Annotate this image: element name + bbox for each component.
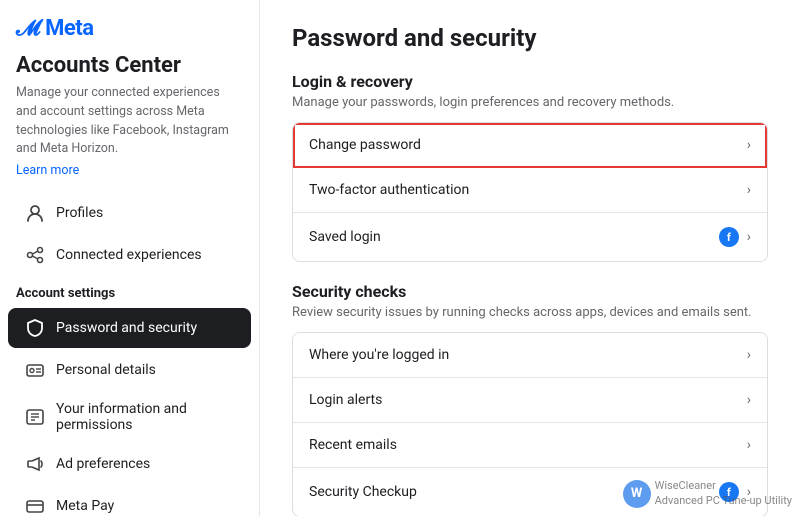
login-alerts-right: › <box>747 392 751 408</box>
security-checkup-label: Security Checkup <box>309 484 417 500</box>
change-password-item[interactable]: Change password › <box>293 123 767 168</box>
sidebar-item-information-permissions[interactable]: Your information and permissions <box>8 392 251 442</box>
saved-login-label: Saved login <box>309 229 381 245</box>
id-card-icon <box>24 359 46 381</box>
card-icon <box>24 495 46 516</box>
login-alerts-item[interactable]: Login alerts › <box>293 378 767 423</box>
wisecleaner-watermark: W WiseCleaner Advanced PC Tune-up Utilit… <box>623 479 792 508</box>
login-alerts-label: Login alerts <box>309 392 382 408</box>
sidebar-item-label: Connected experiences <box>56 247 202 263</box>
sidebar-item-label: Your information and permissions <box>56 401 235 433</box>
change-password-right: › <box>747 137 751 153</box>
change-password-label: Change password <box>309 137 421 153</box>
sidebar-item-label: Meta Pay <box>56 498 114 514</box>
shield-icon <box>24 317 46 339</box>
sidebar-description: Manage your connected experiences and ac… <box>0 84 259 163</box>
chevron-right-icon: › <box>747 137 751 153</box>
saved-login-right: f › <box>719 227 751 247</box>
sidebar-item-label: Ad preferences <box>56 456 150 472</box>
login-recovery-title: Login & recovery <box>292 72 768 91</box>
wisecleaner-text: WiseCleaner Advanced PC Tune-up Utility <box>655 479 792 508</box>
chevron-right-icon: › <box>747 182 751 198</box>
main-content: Password and security Login & recovery M… <box>260 0 800 516</box>
sidebar-item-personal-details[interactable]: Personal details <box>8 350 251 390</box>
sidebar-title: Accounts Center <box>0 53 259 84</box>
chevron-right-icon: › <box>747 392 751 408</box>
recent-emails-label: Recent emails <box>309 437 397 453</box>
learn-more-link[interactable]: Learn more <box>0 163 259 192</box>
chevron-right-icon: › <box>747 229 751 245</box>
facebook-icon: f <box>719 227 739 247</box>
sidebar-item-meta-pay[interactable]: Meta Pay <box>8 486 251 516</box>
sidebar: 𝓜 Meta Accounts Center Manage your conne… <box>0 0 260 516</box>
chevron-right-icon: › <box>747 437 751 453</box>
login-recovery-section: Login & recovery Manage your passwords, … <box>292 72 768 262</box>
security-checks-desc: Review security issues by running checks… <box>292 305 768 320</box>
sidebar-item-ad-preferences[interactable]: Ad preferences <box>8 444 251 484</box>
two-factor-item[interactable]: Two-factor authentication › <box>293 168 767 213</box>
recent-emails-item[interactable]: Recent emails › <box>293 423 767 468</box>
account-settings-title: Account settings <box>0 276 259 307</box>
meta-logo-area: 𝓜 Meta <box>0 16 259 53</box>
sidebar-item-password-security[interactable]: Password and security <box>8 308 251 348</box>
login-recovery-list: Change password › Two-factor authenticat… <box>292 122 768 262</box>
wisecleaner-badge: W <box>623 480 651 508</box>
page-title: Password and security <box>292 24 768 52</box>
person-icon <box>24 202 46 224</box>
recent-emails-right: › <box>747 437 751 453</box>
security-checks-title: Security checks <box>292 282 768 301</box>
connected-icon <box>24 244 46 266</box>
sidebar-item-label: Password and security <box>56 320 197 336</box>
where-logged-in-item[interactable]: Where you're logged in › <box>293 333 767 378</box>
sidebar-item-label: Profiles <box>56 205 103 221</box>
megaphone-icon <box>24 453 46 475</box>
sidebar-item-profiles[interactable]: Profiles <box>8 193 251 233</box>
saved-login-item[interactable]: Saved login f › <box>293 213 767 261</box>
sidebar-item-label: Personal details <box>56 362 156 378</box>
chevron-right-icon: › <box>747 347 751 363</box>
two-factor-right: › <box>747 182 751 198</box>
where-logged-in-right: › <box>747 347 751 363</box>
two-factor-label: Two-factor authentication <box>309 182 469 198</box>
sidebar-item-connected-experiences[interactable]: Connected experiences <box>8 235 251 275</box>
info-icon <box>24 406 46 428</box>
where-logged-in-label: Where you're logged in <box>309 347 449 363</box>
login-recovery-desc: Manage your passwords, login preferences… <box>292 95 768 110</box>
meta-logo: 𝓜 Meta <box>16 16 93 41</box>
